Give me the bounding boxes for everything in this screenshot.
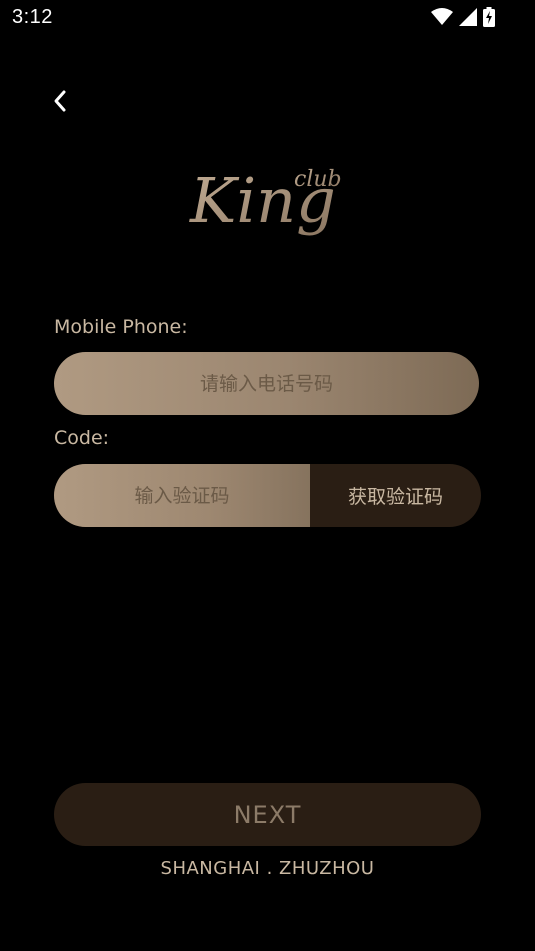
status-icons — [431, 7, 495, 31]
mobile-phone-field — [54, 352, 479, 415]
code-label: Code: — [54, 427, 110, 449]
chevron-left-icon — [52, 89, 68, 117]
king-club-logo: King club — [186, 152, 350, 252]
code-field — [54, 464, 310, 527]
get-code-button[interactable]: 获取验证码 — [310, 464, 481, 527]
cellular-signal-icon — [459, 8, 477, 30]
status-bar: 3:12 — [0, 0, 535, 36]
mobile-phone-label: Mobile Phone: — [54, 316, 188, 338]
footer-location: SHANGHAI . ZHUZHOU — [160, 858, 375, 879]
code-row: 获取验证码 — [54, 464, 481, 527]
verification-code-input[interactable] — [54, 464, 310, 527]
svg-text:club: club — [294, 167, 342, 192]
mobile-phone-input[interactable] — [54, 352, 479, 415]
next-button[interactable]: NEXT — [54, 783, 481, 846]
wifi-icon — [431, 8, 453, 30]
back-button[interactable] — [46, 86, 74, 120]
status-time: 3:12 — [12, 6, 53, 28]
battery-charging-icon — [483, 7, 495, 31]
